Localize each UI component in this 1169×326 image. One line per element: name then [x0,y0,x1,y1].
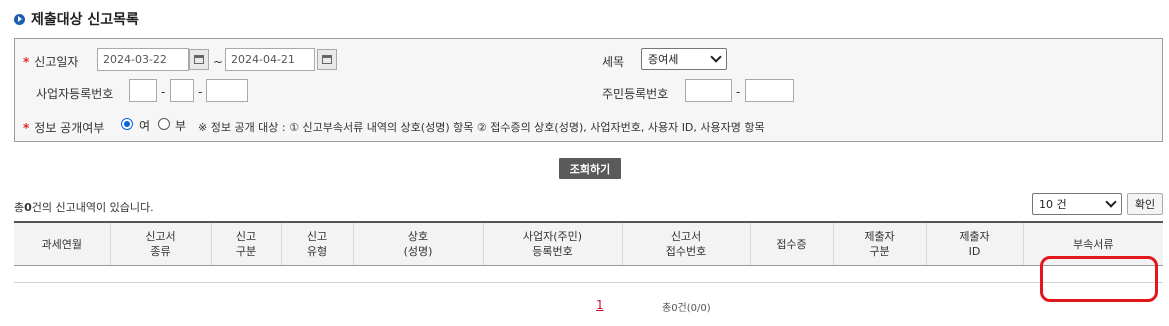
col-report-kind: 신고 유형 [281,221,354,266]
disclosure-yes-radio[interactable] [121,118,133,130]
search-button[interactable]: 조회하기 [559,158,621,179]
col-reg-number: 사업자(주민) 등록번호 [483,221,623,266]
report-date-label: * 신고일자 [23,55,79,69]
biz-reg-no-part2[interactable] [170,79,194,102]
col-submitter-id: 제출자 ID [926,221,1024,266]
report-table: 과세연월 신고서 종류 신고 구분 신고 유형 상호 (성명) 사업자(주민) … [14,221,1163,283]
confirm-button[interactable]: 확인 [1127,193,1163,215]
report-date-from-input[interactable] [97,48,189,71]
calendar-to-icon[interactable] [317,49,337,70]
tax-item-label: 세목 [602,55,625,69]
report-date-to-input[interactable] [225,48,315,71]
disclosure-no-label: 부 [175,119,187,133]
col-report-category: 신고 구분 [211,221,282,266]
col-receipt: 접수증 [750,221,834,266]
col-tax-month: 과세연월 [14,221,111,266]
arrow-bullet-icon [14,13,25,25]
col-report-type: 신고서 종류 [110,221,212,266]
tax-item-select[interactable]: 증여세 [641,48,727,70]
disclosure-yes-label: 여 [139,119,151,133]
resident-no-label: 주민등록번호 [602,87,669,101]
resident-no-part1[interactable] [685,79,732,102]
resident-no-part2[interactable] [745,79,794,102]
chevron-down-icon [1105,196,1117,208]
page-link-current[interactable]: 1 [596,298,604,312]
disclosure-no-radio[interactable] [158,118,170,130]
page-size-select[interactable]: 10 건 [1032,193,1122,215]
col-company-name: 상호 (성명) [353,221,484,266]
page-title-area: 제출대상 신고목록 [14,9,139,29]
table-header-row: 과세연월 신고서 종류 신고 구분 신고 유형 상호 (성명) 사업자(주민) … [14,221,1163,266]
search-form: *신고일자 ~ 세목 증여세 사업자등록번호 - - 주민등록번호 - *정보 … [14,38,1163,142]
chevron-down-icon [710,51,722,63]
calendar-from-icon[interactable] [189,49,209,70]
biz-reg-no-part3[interactable] [206,79,248,102]
date-tilde: ~ [213,55,224,69]
biz-reg-no-label: 사업자등록번호 [36,87,114,101]
biz-reg-no-part1[interactable] [129,79,157,102]
disclosure-note: ※ 정보 공개 대상 : ① 신고부속서류 내역의 상호(성명) 항목 ② 접수… [198,121,765,134]
result-count-text: 총0건의 신고내역이 있습니다. [14,201,154,214]
result-count: 0 [24,201,32,214]
page-title: 제출대상 신고목록 [31,12,139,28]
table-row-empty [14,265,1163,283]
pagination-total: 총0건(0/0) [662,303,711,314]
col-receipt-number: 신고서 접수번호 [622,221,751,266]
disclosure-label: * 정보 공개여부 [23,121,105,135]
col-submitter-type: 제출자 구분 [833,221,927,266]
highlight-annotation [1040,256,1158,302]
